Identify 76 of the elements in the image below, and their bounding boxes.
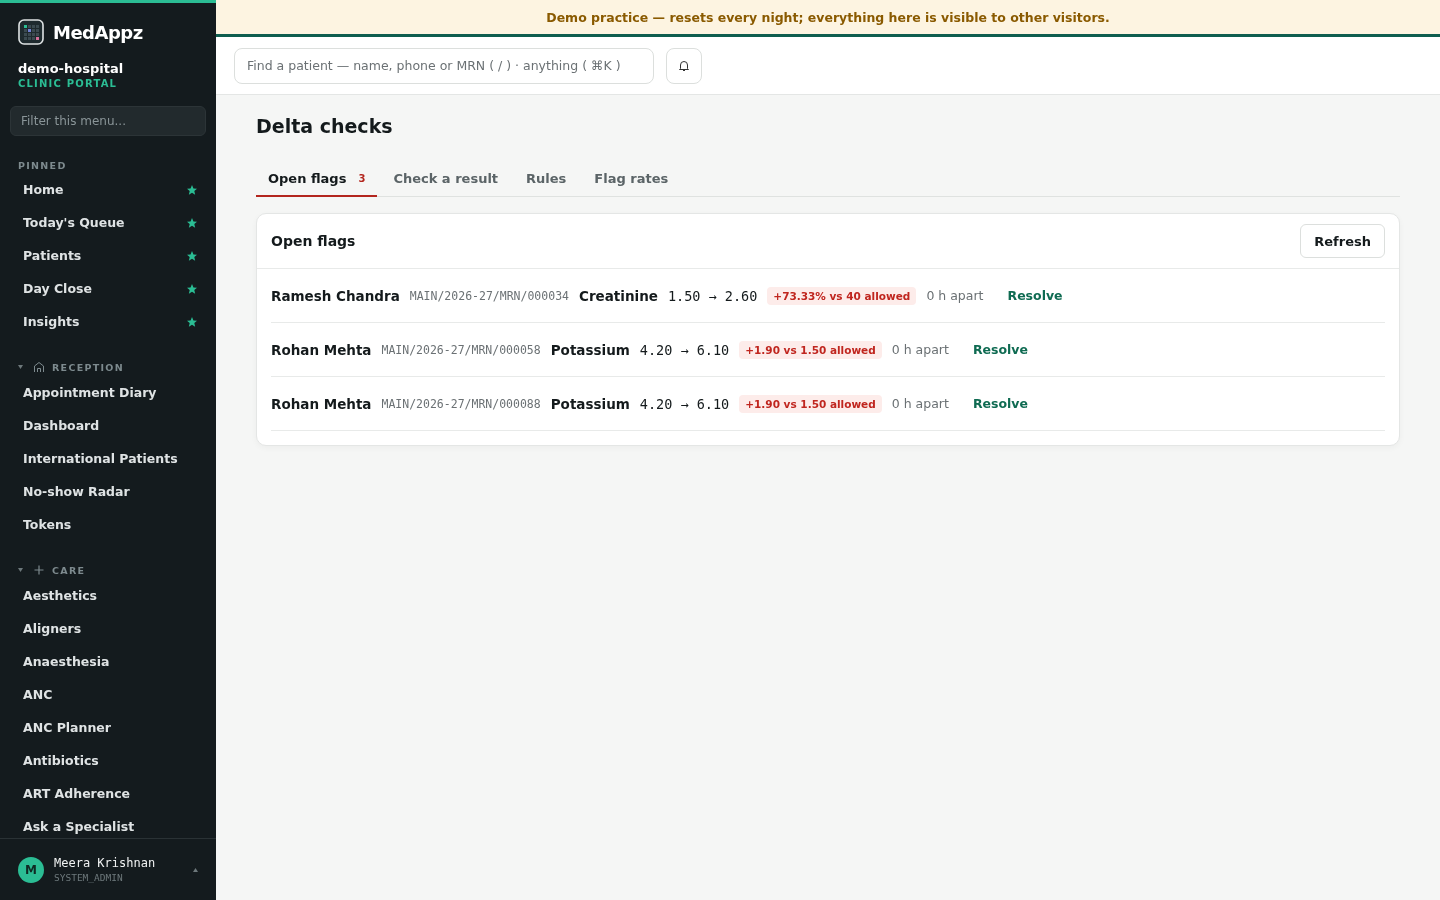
result-values: 4.20 → 6.10 (639, 341, 730, 358)
tab[interactable]: Rules (514, 161, 579, 197)
logo-icon (18, 19, 44, 45)
sidebar-item[interactable]: Insights (10, 305, 206, 338)
organization-name: demo-hospital (18, 61, 125, 76)
star-icon (186, 216, 198, 229)
card-title: Open flags (271, 233, 356, 249)
star-icon (186, 315, 198, 328)
star-icon (186, 249, 198, 262)
portal-label: CLINIC PORTAL (18, 78, 119, 89)
section-label: PINNED (18, 160, 68, 171)
delta-badge: +1.90 vs 1.50 allowed (739, 394, 882, 413)
user-name: Meera Krishnan (54, 856, 157, 870)
refresh-button[interactable]: Refresh (1300, 224, 1385, 258)
sidebar-item[interactable]: Home (10, 173, 206, 206)
tab-label: Open flags (268, 170, 347, 186)
time-gap: 0 h apart (891, 396, 949, 411)
plus-icon (33, 564, 45, 576)
test-name: Potassium (550, 341, 630, 358)
sidebar-item[interactable]: International Patients (10, 442, 206, 475)
patient-name: Rohan Mehta (271, 395, 372, 412)
patient-name: Ramesh Chandra (271, 287, 400, 304)
notifications-button[interactable] (666, 47, 702, 84)
user-role: SYSTEM_ADMIN (54, 872, 124, 883)
mrn-text: MAIN/2026-27/MRN/000088 (381, 396, 541, 411)
result-values: 4.20 → 6.10 (639, 395, 730, 412)
tab-label: Check a result (393, 170, 499, 186)
star-icon (186, 183, 198, 196)
delta-badge: +73.33% vs 40 allowed (767, 286, 917, 305)
sidebar-item[interactable]: Appointment Diary (10, 376, 206, 409)
resolve-link[interactable]: Resolve (972, 342, 1028, 357)
group-label: CARE (52, 564, 86, 576)
time-gap: 0 h apart (926, 288, 984, 303)
sidebar-item[interactable]: Antibiotics (10, 744, 206, 777)
sidebar-item[interactable]: ART Adherence (10, 777, 206, 810)
house-icon (33, 361, 45, 373)
test-name: Potassium (550, 395, 630, 412)
tab-count: 3 (358, 172, 366, 184)
resolve-link[interactable]: Resolve (1007, 288, 1063, 303)
caret-icon[interactable] (18, 568, 23, 572)
star-icon (186, 282, 198, 295)
brand-name: MedAppz (53, 21, 143, 43)
tab[interactable]: Check a result (381, 161, 511, 197)
tab[interactable]: Open flags 3 (256, 161, 378, 197)
filter-field[interactable]: Filter this menu... (10, 106, 206, 136)
bell-icon (678, 59, 690, 72)
sidebar-item[interactable]: No-show Radar (10, 475, 206, 508)
tab-label: Rules (526, 170, 567, 186)
test-name: Creatinine (579, 287, 658, 304)
sidebar-item[interactable]: Anaesthesia (10, 645, 206, 678)
page-title: Delta checks (256, 115, 394, 137)
tab-label: Flag rates (594, 170, 669, 186)
patient-name: Rohan Mehta (271, 341, 372, 358)
tab[interactable]: Flag rates (582, 161, 681, 197)
sidebar-item[interactable]: Tokens (10, 508, 206, 541)
group-label: RECEPTION (52, 361, 124, 373)
caret-icon[interactable] (193, 867, 198, 872)
sidebar-item[interactable]: ANC (10, 678, 206, 711)
sidebar-item[interactable]: Day Close (10, 272, 206, 305)
resolve-link[interactable]: Resolve (972, 396, 1028, 411)
caret-icon[interactable] (18, 365, 23, 369)
sidebar-item[interactable]: Patients (10, 239, 206, 272)
mrn-text: MAIN/2026-27/MRN/000058 (381, 342, 541, 357)
sidebar-item[interactable]: ANC Planner (10, 711, 206, 744)
result-values: 1.50 → 2.60 (667, 287, 758, 304)
user-avatar: M (18, 856, 44, 883)
sidebar-item[interactable]: Aesthetics (10, 579, 206, 612)
sidebar-item[interactable]: Ask a Specialist (10, 810, 206, 838)
sidebar-item[interactable]: Dashboard (10, 409, 206, 442)
time-gap: 0 h apart (891, 342, 949, 357)
demo-banner-text: Demo practice — resets every night; everything here is visible to other visitors. (546, 9, 1110, 25)
sidebar-item[interactable]: Today's Queue (10, 206, 206, 239)
search-field[interactable]: Find a patient — name, phone or MRN ( / ) · anything ( ⌘K ) (234, 47, 654, 84)
sidebar-item[interactable]: Aligners (10, 612, 206, 645)
mrn-text: MAIN/2026-27/MRN/000034 (409, 288, 569, 303)
delta-badge: +1.90 vs 1.50 allowed (739, 340, 882, 359)
